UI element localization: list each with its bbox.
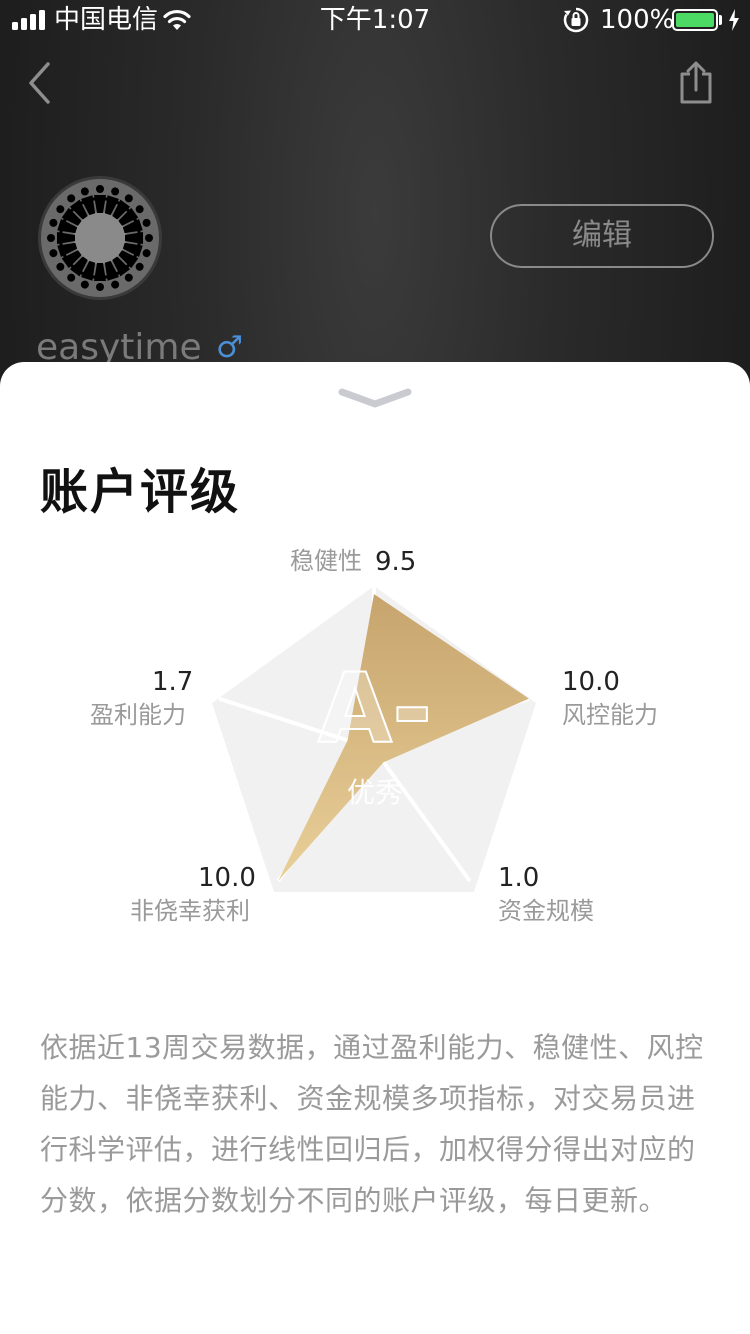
metric-capital-scale-label: 资金规模 bbox=[498, 897, 594, 925]
grade-description: 优秀 bbox=[346, 776, 403, 809]
grade-letter: A- bbox=[317, 653, 433, 765]
metric-profitability-value: 1.7 bbox=[152, 667, 194, 697]
metric-risk-control-value: 10.0 bbox=[562, 667, 620, 697]
metric-non-luck-profit-label: 非侥幸获利 bbox=[130, 897, 250, 925]
metric-stability-value: 9.5 bbox=[375, 547, 417, 577]
metric-risk-control-label: 风控能力 bbox=[562, 701, 658, 729]
metric-non-luck-profit-value: 10.0 bbox=[198, 863, 256, 893]
metric-profitability-label: 盈利能力 bbox=[90, 701, 186, 729]
metric-stability-label: 稳健性 bbox=[290, 547, 362, 575]
metric-capital-scale-value: 1.0 bbox=[498, 863, 540, 893]
rating-description: 依据近13周交易数据，通过盈利能力、稳健性、风控能力、非侥幸获利、资金规模多项指… bbox=[40, 1031, 704, 1217]
